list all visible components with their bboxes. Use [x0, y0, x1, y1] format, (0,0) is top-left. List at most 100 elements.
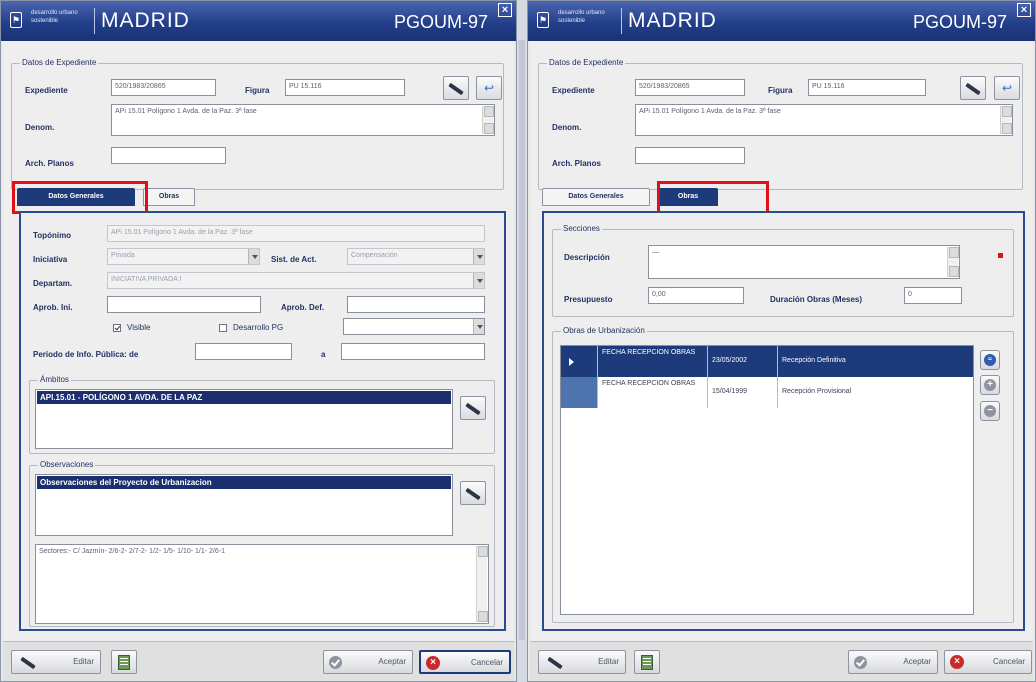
sist-act-select[interactable]: Compensación [347, 248, 485, 265]
visible-label: Visible [127, 323, 151, 332]
highlight-box [12, 181, 148, 214]
secciones-legend: Secciones [561, 224, 602, 233]
periodo-from-field[interactable] [195, 343, 292, 360]
print-icon [641, 655, 653, 670]
sort-button[interactable]: ≈ [980, 350, 1000, 370]
footer-bar: Editar Aceptar × Cancelar [530, 641, 1033, 681]
return-arrow-icon: ↩ [484, 81, 495, 95]
row-indicator [561, 346, 597, 377]
periodo-to-field[interactable] [341, 343, 485, 360]
denom-label: Denom. [552, 123, 582, 132]
expediente-label: Expediente [552, 86, 595, 95]
iniciativa-value: Privada [111, 252, 135, 259]
table-row[interactable]: FECHA RECEPCION OBRAS 23/05/2002 Recepci… [561, 346, 973, 377]
return-button[interactable]: ↩ [994, 76, 1020, 100]
required-marker [998, 253, 1003, 258]
aprob-def-field[interactable] [347, 296, 485, 313]
aceptar-button[interactable]: Aceptar [323, 650, 413, 674]
aceptar-label: Aceptar [378, 657, 406, 666]
duracion-label: Duración Obras (Meses) [770, 295, 863, 304]
iniciativa-select[interactable]: Privada [107, 248, 260, 265]
ambitos-list[interactable]: API.15.01 - POLÍGONO 1 AVDA. DE LA PAZ [35, 389, 453, 449]
remove-row-button[interactable]: − [980, 401, 1000, 421]
madrid-seal-icon: ⚑ [10, 12, 22, 28]
observaciones-scrollbar[interactable] [476, 546, 488, 622]
obras-table[interactable]: FECHA RECEPCION OBRAS 23/05/2002 Recepci… [560, 345, 974, 615]
brand-separator [94, 8, 95, 34]
plan-title: PGOUM-97 [393, 12, 488, 32]
table-row[interactable]: FECHA RECEPCION OBRAS 15/04/1999 Recepci… [561, 377, 973, 408]
edit-ambitos-button[interactable] [460, 396, 486, 420]
list-item[interactable]: API.15.01 - POLÍGONO 1 AVDA. DE LA PAZ [37, 391, 451, 404]
editar-label: Editar [73, 657, 94, 666]
cell-tipo: FECHA RECEPCION OBRAS [597, 377, 707, 408]
print-button[interactable] [634, 650, 660, 674]
expediente-field[interactable]: 520/1983/20865 [111, 79, 216, 96]
denom-text: APi 15.01 Polígono 1 Avda. de la Paz. 3ª… [639, 108, 781, 115]
aprob-ini-label: Aprob. Ini. [33, 303, 73, 312]
visible-checkbox[interactable] [113, 324, 121, 332]
cancelar-label: Cancelar [992, 657, 1025, 666]
brand-city: MADRID [628, 9, 717, 32]
denom-field[interactable]: APi 15.01 Polígono 1 Avda. de la Paz. 3ª… [111, 104, 495, 136]
tab-datos-generales[interactable]: Datos Generales [542, 188, 650, 206]
aprob-def-label: Aprob. Def. [281, 303, 325, 312]
desarrollo-pg-label: Desarrollo PG [233, 323, 284, 332]
edit-expediente-button[interactable] [960, 76, 986, 100]
aceptar-button[interactable]: Aceptar [848, 650, 938, 674]
editar-button[interactable]: Editar [11, 650, 101, 674]
cancel-icon: × [950, 655, 964, 669]
madrid-seal-icon: ⚑ [537, 12, 549, 28]
title-bar: ⚑ desarrollo urbano sostenible MADRID PG… [528, 1, 1035, 41]
denom-scrollbar[interactable] [1000, 106, 1012, 134]
arch-planos-field[interactable] [635, 147, 745, 164]
close-icon[interactable]: × [498, 3, 512, 17]
observaciones-legend: Observaciones [38, 460, 96, 469]
print-button[interactable] [111, 650, 137, 674]
left-window: ⚑ desarrollo urbano sostenible MADRID PG… [0, 0, 517, 682]
descripcion-scrollbar[interactable] [947, 247, 959, 277]
desarrollo-pg-checkbox[interactable] [219, 324, 227, 332]
check-icon [854, 656, 867, 669]
figura-field[interactable]: PU 15.116 [285, 79, 405, 96]
return-button[interactable]: ↩ [476, 76, 502, 100]
wave-icon: ≈ [984, 354, 996, 366]
print-icon [118, 655, 130, 670]
periodo-label: Periodo de Info. Pública: de [33, 350, 139, 359]
arch-planos-field[interactable] [111, 147, 226, 164]
toponimo-field[interactable]: APi 15.01 Polígono 1 Avda. de la Paz. 3ª… [107, 225, 485, 242]
desarrollo-pg-select[interactable] [343, 318, 485, 335]
observaciones-list[interactable]: Observaciones del Proyecto de Urbanizaci… [35, 474, 453, 536]
return-arrow-icon: ↩ [1002, 81, 1013, 95]
descripcion-field[interactable]: — [648, 245, 960, 279]
figura-field[interactable]: PU 15.116 [808, 79, 926, 96]
aprob-ini-field[interactable] [107, 296, 261, 313]
departam-label: Departam. [33, 279, 73, 288]
denom-scrollbar[interactable] [482, 106, 494, 134]
pencil-icon [547, 656, 563, 670]
presupuesto-field[interactable]: 0,00 [648, 287, 744, 304]
departam-select[interactable]: INICIATIVA PRIVADA I [107, 272, 485, 289]
editar-button[interactable]: Editar [538, 650, 626, 674]
tab-obras[interactable]: Obras [143, 188, 195, 206]
brand-separator [621, 8, 622, 34]
expediente-legend: Datos de Expediente [20, 58, 99, 67]
edit-observaciones-button[interactable] [460, 481, 486, 505]
expediente-label: Expediente [25, 86, 68, 95]
edit-expediente-button[interactable] [443, 76, 469, 100]
figura-label: Figura [245, 86, 270, 95]
add-row-button[interactable]: + [980, 375, 1000, 395]
close-icon[interactable]: × [1017, 3, 1031, 17]
list-item[interactable]: Observaciones del Proyecto de Urbanizaci… [37, 476, 451, 489]
right-window: ⚑ desarrollo urbano sostenible MADRID PG… [527, 0, 1036, 682]
check-icon [329, 656, 342, 669]
title-bar: ⚑ desarrollo urbano sostenible MADRID PG… [1, 1, 516, 41]
expediente-field[interactable]: 520/1983/20865 [635, 79, 745, 96]
cancelar-button[interactable]: × Cancelar [944, 650, 1032, 674]
cancelar-button[interactable]: × Cancelar [419, 650, 511, 674]
observaciones-textarea[interactable]: Sectores:- C/ Jazmín- 2/6-2- 2/7-2- 1/2-… [35, 544, 489, 624]
denom-field[interactable]: APi 15.01 Polígono 1 Avda. de la Paz. 3ª… [635, 104, 1013, 136]
duracion-field[interactable]: 0 [904, 287, 962, 304]
chevron-down-icon [473, 249, 484, 264]
cell-descripcion: Recepción Definitiva [777, 346, 975, 377]
